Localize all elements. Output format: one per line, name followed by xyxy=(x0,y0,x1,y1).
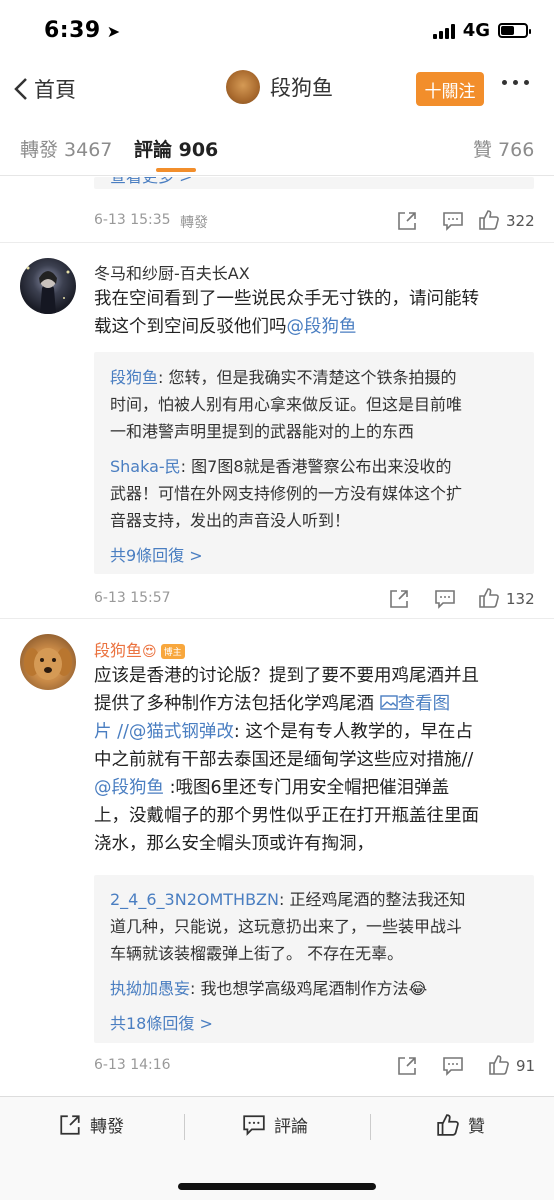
page-title: 段狗鱼 xyxy=(270,76,333,100)
comment-line: : 这个是有专人教学的，早在占 xyxy=(233,722,473,742)
like-count: 91 xyxy=(516,1057,536,1075)
share-icon[interactable] xyxy=(396,210,418,232)
reply-text: 车辆就该装榴霰弹上街了。 不存在无辜。 xyxy=(110,944,404,963)
signal-icon xyxy=(432,23,455,39)
divider xyxy=(0,618,554,619)
mention-link[interactable]: //@猫式钢弹改 xyxy=(117,722,234,742)
reply-text: 一和港警声明里提到的武器能对的上的东西 xyxy=(110,422,415,441)
back-button[interactable]: 首頁 xyxy=(14,74,76,104)
reply-username[interactable]: 2_4_6_3N2OMTHBZN xyxy=(110,890,279,909)
divider xyxy=(370,1114,371,1140)
comment-line: :哦图6里还专门用安全帽把催泪弹盖 xyxy=(164,778,450,798)
divider xyxy=(0,242,554,243)
tab-comments[interactable]: 評論 906 xyxy=(134,135,218,162)
reply-text: 音器支持，发出的声音没人听到！ xyxy=(110,511,351,530)
more-replies-link[interactable]: 共18條回復 > xyxy=(110,1010,213,1034)
profile-header[interactable]: 段狗鱼 xyxy=(226,70,333,104)
comment-line: 中之前就有干部去泰国还是缅甸学这些应对措施// xyxy=(94,750,474,770)
repost-label: 轉發 xyxy=(90,1117,124,1137)
comment-line: 载这个到空间反驳他们吗 xyxy=(94,317,287,337)
like-button[interactable]: 贊 xyxy=(436,1112,485,1137)
view-image-label[interactable]: 片 xyxy=(94,722,112,742)
avatar[interactable] xyxy=(20,634,76,690)
comment-label: 評論 xyxy=(274,1117,308,1137)
author-name[interactable]: 段狗鱼 xyxy=(94,641,142,660)
comment-text: 应该是香港的讨论版？提到了要不要用鸡尾酒并且 提供了多种制作方法包括化学鸡尾酒 … xyxy=(94,662,544,858)
like-count: 132 xyxy=(506,590,535,608)
image-icon xyxy=(379,695,398,710)
share-icon[interactable] xyxy=(388,588,410,610)
share-icon[interactable] xyxy=(396,1055,418,1077)
like-label: 贊 xyxy=(468,1117,485,1137)
like-icon[interactable] xyxy=(488,1054,510,1076)
status-time: 6:39 ➤ xyxy=(44,18,121,43)
mention-link[interactable]: @段狗鱼 xyxy=(94,778,164,798)
reply-text: 道几种，只能说，这玩意扔出来了，一些装甲战斗 xyxy=(110,917,463,936)
comment-line: 上，没戴帽子的那个男性似乎正在打开瓶盖往里面 xyxy=(94,806,479,826)
reply-username[interactable]: Shaka-民 xyxy=(110,457,181,476)
comment-username[interactable]: 段狗鱼😍 博主 xyxy=(94,637,185,661)
home-indicator[interactable] xyxy=(178,1183,376,1190)
reply-item[interactable]: Shaka-民: 图7图8就是香港警察公布出来没收的 武器！可惜在外网支持修例的… xyxy=(110,453,530,534)
chevron-left-icon xyxy=(14,78,27,100)
mention-link[interactable]: @段狗鱼 xyxy=(287,317,357,337)
view-image-link[interactable]: 查看图 xyxy=(379,694,451,714)
location-arrow-icon: ➤ xyxy=(106,22,121,41)
comment-text: 我在空间看到了一些说民众手无寸铁的，请问能转 载这个到空间反驳他们吗@段狗鱼 xyxy=(94,285,540,341)
avatar[interactable] xyxy=(226,70,260,104)
comment-button[interactable]: 評論 xyxy=(242,1112,308,1137)
comment-username[interactable]: 冬马和纱厨-百夫长AX xyxy=(94,260,250,284)
tab-indicator xyxy=(156,168,196,172)
crown-icon: 😍 xyxy=(142,644,157,660)
network-label: 4G xyxy=(462,20,490,41)
reply-item[interactable]: 段狗鱼: 您转，但是我确实不清楚这个铁条拍摄的 时间，怕被人别有用心拿来做反证。… xyxy=(110,364,530,445)
share-icon xyxy=(60,1114,80,1135)
reply-text: : 正经鸡尾酒的整法我还知 xyxy=(278,890,466,909)
reply-text: : 图7图8就是香港警察公布出来没收的 xyxy=(180,457,452,476)
comment-icon[interactable] xyxy=(434,588,456,610)
comment-line: 应该是香港的讨论版？提到了要不要用鸡尾酒并且 xyxy=(94,666,479,686)
follow-button[interactable]: 十關注 xyxy=(416,72,484,106)
reply-text: : 我也想学高级鸡尾酒制作方法😂 xyxy=(190,979,428,998)
back-label: 首頁 xyxy=(34,78,76,102)
reply-text: 时间，怕被人别有用心拿来做反证。但这是目前唯 xyxy=(110,395,463,414)
like-icon[interactable] xyxy=(478,209,500,231)
reply-text: : 您转，但是我确实不清楚这个铁条拍摄的 xyxy=(158,368,457,387)
comment-time: 6-13 14:16 xyxy=(94,1057,171,1073)
reply-item[interactable]: 执拗加愚妄: 我也想学高级鸡尾酒制作方法😂 xyxy=(110,975,530,1002)
reply-box: 查看更多 > xyxy=(94,177,534,189)
status-icons: 4G xyxy=(432,20,531,41)
reply-item[interactable]: 2_4_6_3N2OMTHBZN: 正经鸡尾酒的整法我还知 道几种，只能说，这玩… xyxy=(110,886,530,967)
more-replies-link[interactable]: 共9條回復 > xyxy=(110,542,203,566)
avatar[interactable] xyxy=(20,258,76,314)
tab-likes[interactable]: 贊 766 xyxy=(473,135,534,162)
tab-reposts[interactable]: 轉發 3467 xyxy=(20,135,112,162)
repost-button[interactable]: 轉發 xyxy=(58,1112,124,1137)
like-count: 322 xyxy=(506,212,535,230)
comment-time: 6-13 15:57 xyxy=(94,590,171,606)
author-badge: 博主 xyxy=(160,644,185,659)
battery-icon xyxy=(498,23,531,38)
comment-time: 6-13 15:35 xyxy=(94,212,171,228)
view-image-label: 查看图 xyxy=(397,694,451,714)
reply-username[interactable]: 段狗鱼 xyxy=(110,368,158,387)
reply-username[interactable]: 执拗加愚妄 xyxy=(110,979,190,998)
divider xyxy=(184,1114,185,1140)
repost-source: 轉發 xyxy=(180,215,208,231)
like-icon[interactable] xyxy=(478,587,500,609)
more-icon[interactable] xyxy=(502,80,529,85)
reply-text: 武器！可惜在外网支持修例的一方没有媒体这个扩 xyxy=(110,484,463,503)
view-more-link[interactable]: 查看更多 > xyxy=(94,177,534,187)
comment-line: 我在空间看到了一些说民众手无寸铁的，请问能转 xyxy=(94,289,479,309)
comment-line: 浇水，那么安全帽头顶或许有掏洞， xyxy=(94,834,374,854)
like-icon xyxy=(437,1113,459,1136)
comment-line: 提供了多种制作方法包括化学鸡尾酒 xyxy=(94,694,374,714)
comment-icon xyxy=(243,1114,265,1136)
comment-icon[interactable] xyxy=(442,1055,464,1077)
comment-icon[interactable] xyxy=(442,210,464,232)
